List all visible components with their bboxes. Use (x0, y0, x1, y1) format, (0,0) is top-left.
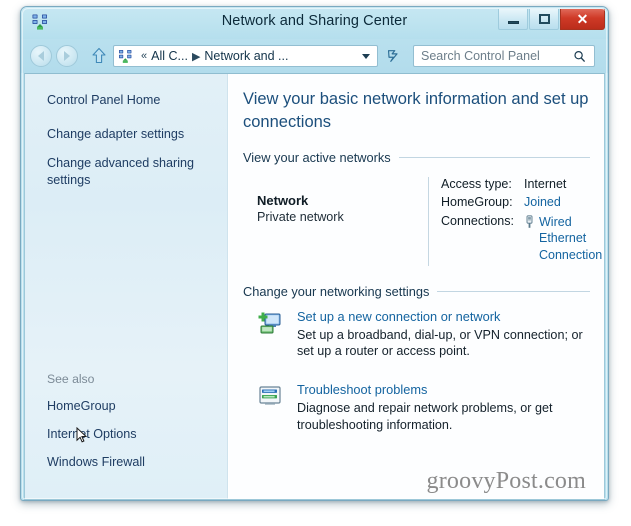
address-bar[interactable]: « All C... ▶ Network and ... (113, 45, 378, 67)
new-connection-icon (243, 309, 291, 360)
control-panel-icon (118, 49, 133, 64)
detail-row-access-type: Access type: Internet (441, 177, 601, 193)
close-icon: ✕ (576, 11, 589, 27)
task-title-troubleshoot-problems[interactable]: Troubleshoot problems (297, 382, 597, 397)
networking-settings-section-title: Change your networking settings (243, 283, 430, 299)
task-title-setup-new-connection[interactable]: Set up a new connection or network (297, 309, 597, 324)
sidebar-item-control-panel-home[interactable]: Control Panel Home (47, 92, 207, 109)
breadcrumb-overflow[interactable]: « (137, 50, 151, 62)
breadcrumb-item-network-and-sharing[interactable]: Network and ... (204, 49, 288, 63)
access-type-label: Access type: (441, 176, 512, 191)
forward-button[interactable] (56, 45, 78, 67)
ethernet-adapter-icon (524, 215, 535, 229)
connections-label: Connections: (441, 214, 514, 229)
active-networks-section-header: View your active networks (243, 150, 604, 165)
detail-row-connections: Connections: Wired Ethernet Connection (441, 214, 602, 263)
search-icon[interactable] (573, 50, 586, 63)
maximize-button[interactable] (529, 9, 559, 30)
homegroup-value-link[interactable]: Joined (524, 195, 561, 211)
back-button[interactable] (30, 45, 52, 67)
network-name: Network (257, 192, 309, 208)
sidebar-item-internet-options[interactable]: Internet Options (47, 427, 215, 441)
search-input[interactable] (414, 47, 570, 65)
maximize-icon (538, 14, 550, 24)
active-networks-section-title: View your active networks (243, 149, 391, 165)
page-title: View your basic network information and … (243, 90, 589, 131)
desktop-background: Network and Sharing Center ✕ « All C... … (0, 0, 631, 526)
back-arrow-icon (38, 51, 44, 61)
access-type-value: Internet (524, 176, 567, 191)
sidebar-item-change-advanced-sharing-settings[interactable]: Change advanced sharing settings (47, 155, 207, 188)
connections-value-link[interactable]: Wired Ethernet Connection (539, 214, 602, 263)
homegroup-label: HomeGroup: (441, 195, 513, 210)
sidebar-item-change-adapter-settings[interactable]: Change adapter settings (47, 126, 207, 143)
window-controls: ✕ (497, 9, 605, 30)
active-networks-table: Network Private network Access type: Int… (243, 176, 604, 266)
task-troubleshoot-problems[interactable]: Troubleshoot problems Diagnose and repai… (243, 382, 604, 433)
section-rule (437, 290, 590, 292)
content-pane: View your basic network information and … (229, 74, 604, 499)
network-details: Access type: Internet HomeGroup: Joined … (429, 177, 602, 266)
minimize-icon (507, 20, 519, 24)
sidebar-links: Control Panel Home Change adapter settin… (25, 74, 227, 188)
sidebar: Control Panel Home Change adapter settin… (25, 74, 228, 499)
watermark: groovyPost.com (426, 468, 586, 494)
sidebar-item-windows-firewall[interactable]: Windows Firewall (47, 455, 215, 469)
task-setup-new-connection[interactable]: Set up a new connection or network Set u… (243, 309, 604, 360)
troubleshoot-icon (243, 382, 291, 433)
search-box[interactable] (413, 45, 595, 67)
chevron-down-icon[interactable] (362, 53, 370, 59)
breadcrumb-separator[interactable]: ▶ (188, 50, 204, 63)
breadcrumb-item-all-control-panel[interactable]: All C... (151, 49, 188, 63)
navigation-toolbar: « All C... ▶ Network and ... (21, 39, 608, 73)
forward-arrow-icon (64, 51, 70, 61)
networking-settings-section: Change your networking settings Set up a… (243, 284, 604, 433)
task-description-troubleshoot-problems: Diagnose and repair network problems, or… (297, 401, 553, 432)
window-titlebar[interactable]: Network and Sharing Center ✕ (21, 7, 608, 39)
see-also-section: See also HomeGroup Internet Options Wind… (47, 372, 215, 483)
detail-row-homegroup: HomeGroup: Joined (441, 195, 601, 211)
section-rule (398, 156, 590, 158)
sidebar-item-homegroup[interactable]: HomeGroup (47, 399, 215, 413)
task-description-setup-new-connection: Set up a broadband, dial-up, or VPN conn… (297, 327, 583, 359)
refresh-button[interactable] (381, 45, 405, 67)
minimize-button[interactable] (498, 9, 528, 30)
up-button[interactable] (89, 46, 109, 66)
see-also-label: See also (47, 372, 95, 386)
networking-settings-section-header: Change your networking settings (243, 284, 604, 299)
network-identity: Network Private network (243, 177, 428, 266)
close-button[interactable]: ✕ (560, 9, 605, 30)
network-type: Private network (257, 209, 344, 224)
network-sharing-center-window: Network and Sharing Center ✕ « All C... … (20, 6, 609, 501)
window-body: Control Panel Home Change adapter settin… (24, 73, 605, 500)
